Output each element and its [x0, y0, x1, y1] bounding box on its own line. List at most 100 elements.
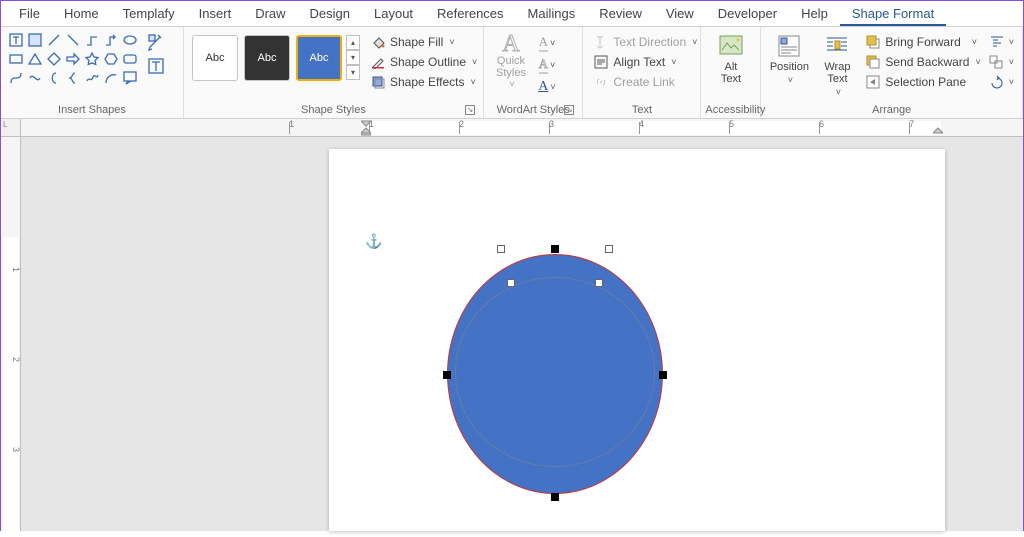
align-objects-button[interactable]: ˅ — [987, 33, 1016, 51]
shape-roundrect-icon[interactable] — [121, 50, 139, 68]
chevron-down-icon: ˅ — [975, 57, 980, 67]
rotate-objects-button[interactable]: ˅ — [987, 73, 1016, 91]
text-direction-icon — [593, 34, 609, 50]
wrap-text-icon — [822, 33, 852, 59]
shape-edit-icon[interactable] — [26, 31, 44, 49]
tab-design[interactable]: Design — [298, 2, 362, 26]
edit-node-handle[interactable] — [595, 279, 603, 287]
tab-help[interactable]: Help — [789, 2, 840, 26]
shape-outline-button[interactable]: Shape Outline˅ — [368, 53, 479, 71]
shape-line2-icon[interactable] — [64, 31, 82, 49]
tab-draw[interactable]: Draw — [243, 2, 297, 26]
style-thumb-1[interactable]: Abc — [192, 35, 238, 81]
gallery-up-button[interactable]: ▴ — [346, 35, 360, 50]
shape-fill-button[interactable]: Shape Fill˅ — [368, 33, 479, 51]
style-thumb-3[interactable]: Abc — [296, 35, 342, 81]
chevron-down-icon: ˅ — [692, 37, 697, 47]
shape-rect-icon[interactable] — [7, 50, 25, 68]
tab-mailings[interactable]: Mailings — [516, 2, 588, 26]
chevron-down-icon: ˅ — [836, 87, 841, 97]
textbox-button[interactable] — [145, 55, 167, 77]
rotate-icon — [989, 74, 1005, 90]
align-text-button[interactable]: Align Text˅ — [591, 53, 699, 71]
tab-file[interactable]: File — [7, 2, 52, 26]
position-button[interactable]: Position˅ — [765, 29, 813, 85]
right-indent-marker[interactable] — [933, 119, 943, 137]
link-icon — [593, 74, 609, 90]
group-label-text: Text — [587, 102, 696, 118]
tab-references[interactable]: References — [425, 2, 515, 26]
tab-review[interactable]: Review — [587, 2, 654, 26]
ruler-horizontal[interactable]: 1 1 2 3 4 5 6 7 — [21, 119, 1023, 137]
shape-star-icon[interactable] — [83, 50, 101, 68]
bring-forward-icon — [865, 34, 881, 50]
shape-textbox-icon[interactable] — [7, 31, 25, 49]
align-icon — [989, 34, 1005, 50]
tab-layout[interactable]: Layout — [362, 2, 425, 26]
shape-effects-button[interactable]: Shape Effects˅ — [368, 73, 479, 91]
text-outline-button[interactable]: A˅ — [536, 55, 558, 75]
shape-bracket-icon[interactable] — [45, 69, 63, 87]
tab-developer[interactable]: Developer — [706, 2, 789, 26]
edit-anchor-handle[interactable] — [443, 371, 451, 379]
text-direction-button: Text Direction˅ — [591, 33, 699, 51]
shape-scribble-icon[interactable] — [83, 69, 101, 87]
edit-anchor-handle[interactable] — [659, 371, 667, 379]
shape-connector-arrow-icon[interactable] — [102, 31, 120, 49]
group-text: Text Direction˅ Align Text˅ Create Link … — [583, 27, 701, 118]
shape-triangle-icon[interactable] — [26, 50, 44, 68]
send-backward-button[interactable]: Send Backward˅ — [863, 53, 982, 71]
shape-curve-icon[interactable] — [7, 69, 25, 87]
tab-home[interactable]: Home — [52, 2, 111, 26]
shape-brace-icon[interactable] — [64, 69, 82, 87]
position-icon — [774, 33, 804, 59]
send-backward-icon — [865, 54, 881, 70]
shapes-gallery[interactable] — [5, 29, 141, 89]
shape-hexagon-icon[interactable] — [102, 50, 120, 68]
edit-node-handle[interactable] — [605, 245, 613, 253]
text-effects-button[interactable]: A˅ — [536, 77, 558, 97]
tab-view[interactable]: View — [654, 2, 706, 26]
left-indent-marker[interactable] — [361, 119, 371, 137]
edit-node-handle[interactable] — [507, 279, 515, 287]
group-label-wordart: WordArt Styles↘ — [488, 102, 578, 118]
shape-connector-icon[interactable] — [83, 31, 101, 49]
alt-text-button[interactable]: Alt Text — [707, 29, 755, 85]
bring-forward-button[interactable]: Bring Forward ˅ — [863, 33, 982, 51]
gallery-more-button[interactable]: ▾ — [346, 65, 360, 80]
tab-shape-format[interactable]: Shape Format — [840, 2, 946, 26]
dialog-launcher-icon[interactable]: ↘ — [465, 105, 475, 115]
selection-pane-button[interactable]: Selection Pane — [863, 73, 982, 91]
ruler-vertical[interactable]: 1 2 3 — [1, 137, 21, 531]
shape-callout-icon[interactable] — [121, 69, 139, 87]
ruler-corner: L — [1, 119, 21, 137]
style-thumb-2[interactable]: Abc — [244, 35, 290, 81]
tab-templafy[interactable]: Templafy — [111, 2, 187, 26]
shape-line-icon[interactable] — [45, 31, 63, 49]
tab-insert[interactable]: Insert — [187, 2, 244, 26]
align-text-icon — [593, 54, 609, 70]
shape-diamond-icon[interactable] — [45, 50, 63, 68]
shape-style-gallery[interactable]: Abc Abc Abc — [188, 29, 346, 87]
edit-shape-button[interactable] — [145, 31, 167, 53]
chevron-down-icon: ˅ — [671, 57, 676, 67]
document-workspace: L 1 1 2 3 4 5 6 7 1 2 3 ⚓ — [1, 119, 1023, 531]
shape-arrow-right-icon[interactable] — [64, 50, 82, 68]
chevron-down-icon: ˅ — [509, 79, 514, 89]
dialog-launcher-icon[interactable]: ↘ — [564, 105, 574, 115]
selected-shape[interactable] — [447, 249, 663, 499]
gallery-down-button[interactable]: ▾ — [346, 50, 360, 65]
shape-curve2-icon[interactable] — [26, 69, 44, 87]
quick-styles-button[interactable]: A Quick Styles ˅ — [490, 33, 532, 89]
edit-node-handle[interactable] — [497, 245, 505, 253]
shape-arc-icon[interactable] — [102, 69, 120, 87]
document-page[interactable]: ⚓ — [329, 149, 945, 531]
wrap-text-button[interactable]: Wrap Text˅ — [813, 29, 861, 97]
chevron-down-icon: ˅ — [470, 77, 475, 87]
group-objects-button[interactable]: ˅ — [987, 53, 1016, 71]
shape-oval-icon[interactable] — [121, 31, 139, 49]
edit-anchor-handle[interactable] — [551, 245, 559, 253]
text-fill-button[interactable]: A˅ — [536, 33, 558, 53]
edit-anchor-handle[interactable] — [551, 493, 559, 501]
group-label-insert-shapes: Insert Shapes — [5, 102, 179, 118]
